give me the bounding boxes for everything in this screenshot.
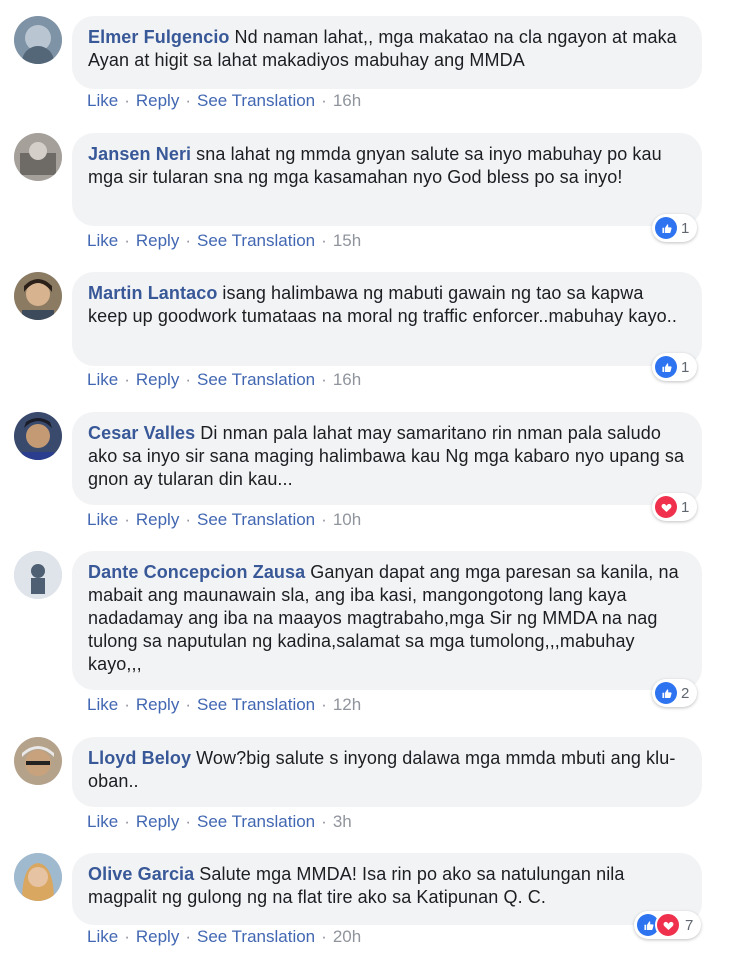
comment-author[interactable]: Martin Lantaco (88, 283, 217, 303)
comment-bubble: Dante Concepcion Zausa Ganyan dapat ang m… (72, 551, 702, 690)
separator: · (124, 510, 130, 529)
avatar[interactable] (14, 272, 62, 320)
separator: · (321, 695, 327, 714)
like-button[interactable]: Like (87, 812, 118, 831)
reply-button[interactable]: Reply (136, 812, 179, 831)
separator: · (124, 927, 130, 946)
comment-timestamp[interactable]: 16h (333, 370, 361, 389)
separator: · (124, 695, 130, 714)
comment-author[interactable]: Cesar Valles (88, 423, 195, 443)
comment-timestamp[interactable]: 20h (333, 927, 361, 946)
see-translation-link[interactable]: See Translation (197, 231, 315, 250)
like-button[interactable]: Like (87, 370, 118, 389)
see-translation-link[interactable]: See Translation (197, 695, 315, 714)
comment-author[interactable]: Jansen Neri (88, 144, 191, 164)
separator: · (185, 370, 191, 389)
reaction-summary[interactable]: 1 (652, 493, 698, 521)
like-reaction-icon (655, 356, 677, 378)
comment-actions: Like · Reply · See Translation · 20h (87, 927, 361, 947)
avatar[interactable] (14, 853, 62, 901)
separator: · (321, 927, 327, 946)
separator: · (185, 231, 191, 250)
separator: · (185, 927, 191, 946)
reaction-count: 1 (681, 219, 690, 237)
comment-author[interactable]: Elmer Fulgencio (88, 27, 230, 47)
reply-button[interactable]: Reply (136, 370, 179, 389)
love-reaction-icon (655, 912, 681, 938)
see-translation-link[interactable]: See Translation (197, 510, 315, 529)
separator: · (124, 91, 130, 110)
avatar[interactable] (14, 412, 62, 460)
separator: · (124, 812, 130, 831)
separator: · (185, 812, 191, 831)
separator: · (321, 510, 327, 529)
like-button[interactable]: Like (87, 231, 118, 250)
separator: · (185, 91, 191, 110)
see-translation-link[interactable]: See Translation (197, 927, 315, 946)
see-translation-link[interactable]: See Translation (197, 91, 315, 110)
see-translation-link[interactable]: See Translation (197, 370, 315, 389)
comment-author[interactable]: Lloyd Beloy (88, 748, 191, 768)
avatar[interactable] (14, 16, 62, 64)
like-reaction-icon (655, 217, 677, 239)
reply-button[interactable]: Reply (136, 695, 179, 714)
like-button[interactable]: Like (87, 927, 118, 946)
reply-button[interactable]: Reply (136, 231, 179, 250)
like-button[interactable]: Like (87, 91, 118, 110)
comment-actions: Like · Reply · See Translation · 15h (87, 231, 361, 251)
reply-button[interactable]: Reply (136, 510, 179, 529)
comment-actions: Like · Reply · See Translation · 12h (87, 695, 361, 715)
comment-timestamp[interactable]: 15h (333, 231, 361, 250)
comment-timestamp[interactable]: 12h (333, 695, 361, 714)
like-reaction-icon (655, 682, 677, 704)
separator: · (185, 695, 191, 714)
separator: · (124, 370, 130, 389)
avatar[interactable] (14, 133, 62, 181)
avatar[interactable] (14, 737, 62, 785)
reaction-summary[interactable]: 1 (652, 214, 698, 242)
like-button[interactable]: Like (87, 510, 118, 529)
avatar[interactable] (14, 551, 62, 599)
comment-bubble: Martin Lantaco isang halimbawa ng mabuti … (72, 272, 702, 366)
separator: · (321, 370, 327, 389)
comment-bubble: Jansen Neri sna lahat ng mmda gnyan salut… (72, 133, 702, 226)
comment-timestamp[interactable]: 10h (333, 510, 361, 529)
reaction-count: 2 (681, 684, 690, 702)
comment-actions: Like · Reply · See Translation · 10h (87, 510, 361, 530)
comment-timestamp[interactable]: 3h (333, 812, 352, 831)
separator: · (321, 231, 327, 250)
comment-timestamp[interactable]: 16h (333, 91, 361, 110)
comment-author[interactable]: Dante Concepcion Zausa (88, 562, 305, 582)
reaction-summary[interactable]: 7 (634, 911, 702, 939)
reaction-count: 1 (681, 498, 690, 516)
comment-actions: Like · Reply · See Translation · 16h (87, 91, 361, 111)
comment-bubble: Elmer Fulgencio Nd naman lahat,, mga maka… (72, 16, 702, 89)
reply-button[interactable]: Reply (136, 91, 179, 110)
comment-bubble: Lloyd Beloy Wow?big salute s inyong dalaw… (72, 737, 702, 807)
see-translation-link[interactable]: See Translation (197, 812, 315, 831)
separator: · (185, 510, 191, 529)
comment-actions: Like · Reply · See Translation · 16h (87, 370, 361, 390)
comment-author[interactable]: Olive Garcia (88, 864, 194, 884)
love-reaction-icon (655, 496, 677, 518)
reaction-summary[interactable]: 2 (652, 679, 698, 707)
comment-bubble: Cesar Valles Di nman pala lahat may samar… (72, 412, 702, 505)
comment-bubble: Olive Garcia Salute mga MMDA! Isa rin po … (72, 853, 702, 925)
separator: · (124, 231, 130, 250)
reply-button[interactable]: Reply (136, 927, 179, 946)
reaction-summary[interactable]: 1 (652, 353, 698, 381)
comment-actions: Like · Reply · See Translation · 3h (87, 812, 352, 832)
reaction-count: 1 (681, 358, 690, 376)
separator: · (321, 91, 327, 110)
separator: · (321, 812, 327, 831)
reaction-count: 7 (685, 916, 694, 934)
like-button[interactable]: Like (87, 695, 118, 714)
